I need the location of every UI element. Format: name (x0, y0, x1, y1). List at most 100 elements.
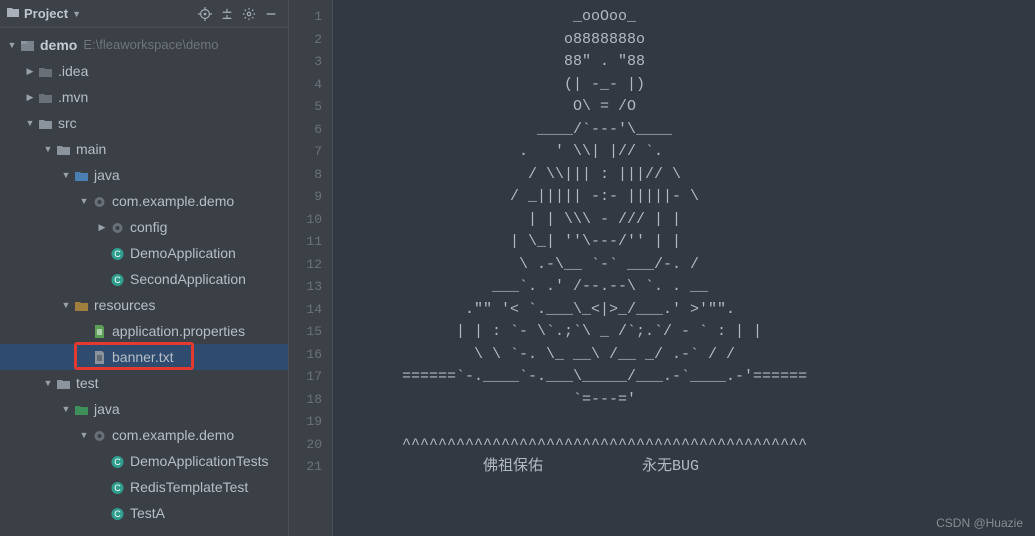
tree-item-resources[interactable]: ▼ resources (0, 292, 288, 318)
folder-icon (6, 5, 20, 22)
editor-gutter: 123456789101112131415161718192021 (288, 0, 333, 536)
line-number: 9 (289, 186, 332, 209)
project-sidebar: Project ▼ ▼demoE:\fleaworkspace\demo▶.id… (0, 0, 288, 536)
tree-item-label: DemoApplicationTests (130, 448, 269, 474)
tree-arrow-expanded[interactable]: ▼ (6, 32, 18, 58)
tree-item-label: RedisTemplateTest (130, 474, 248, 500)
class-icon: C (108, 506, 126, 521)
tree-item-main[interactable]: ▼ main (0, 136, 288, 162)
tree-arrow-expanded[interactable]: ▼ (42, 136, 54, 162)
tree-item-test[interactable]: ▼ test (0, 370, 288, 396)
props-icon (90, 324, 108, 339)
tree-item-label: DemoApplication (130, 240, 236, 266)
line-number: 13 (289, 276, 332, 299)
line-number: 2 (289, 29, 332, 52)
folder-src-icon (72, 168, 90, 183)
svg-text:C: C (114, 457, 121, 467)
line-number: 11 (289, 231, 332, 254)
tree-item-label: main (76, 136, 106, 162)
line-number: 17 (289, 366, 332, 389)
tree-item-config[interactable]: ▶ config (0, 214, 288, 240)
ide-root: Project ▼ ▼demoE:\fleaworkspace\demo▶.id… (0, 0, 1035, 536)
line-number: 20 (289, 434, 332, 457)
line-number: 7 (289, 141, 332, 164)
editor[interactable]: _ooOoo_ o8888888o 88" . "88 (| -_- |) O\… (333, 0, 1035, 536)
tree-item-label: banner.txt (112, 344, 174, 370)
svg-text:C: C (114, 275, 121, 285)
tree-arrow-expanded[interactable]: ▼ (60, 162, 72, 188)
tree-item-com-example-demo[interactable]: ▼com.example.demo (0, 188, 288, 214)
tree-arrow-expanded[interactable]: ▼ (60, 396, 72, 422)
hide-button[interactable] (260, 3, 282, 25)
line-number: 21 (289, 456, 332, 479)
tree-item--mvn[interactable]: ▶ .mvn (0, 84, 288, 110)
tree-item-label: application.properties (112, 318, 245, 344)
tree-item-label: .mvn (58, 84, 88, 110)
folder-res-icon (72, 298, 90, 313)
chevron-down-icon: ▼ (72, 9, 81, 19)
tree-item-application-properties[interactable]: application.properties (0, 318, 288, 344)
line-number: 14 (289, 299, 332, 322)
folder-icon (54, 376, 72, 391)
banner-content: _ooOoo_ o8888888o 88" . "88 (| -_- |) O\… (333, 6, 1035, 479)
tree-item-testa[interactable]: C TestA (0, 500, 288, 526)
tree-item-label: config (130, 214, 167, 240)
folder-test-icon (72, 402, 90, 417)
class-icon: C (108, 454, 126, 469)
tree-item-hint: E:\fleaworkspace\demo (83, 32, 218, 58)
tree-item-label: src (58, 110, 77, 136)
tree-arrow-expanded[interactable]: ▼ (42, 370, 54, 396)
tree-item-secondapplication[interactable]: CSecondApplication (0, 266, 288, 292)
class-icon: C (108, 246, 126, 261)
tree-item-label: com.example.demo (112, 422, 234, 448)
line-number: 16 (289, 344, 332, 367)
svg-text:C: C (114, 509, 121, 519)
tree-arrow-expanded[interactable]: ▼ (78, 188, 90, 214)
tree-arrow-collapsed[interactable]: ▶ (24, 84, 36, 110)
watermark: CSDN @Huazie (936, 516, 1023, 530)
tree-item--idea[interactable]: ▶ .idea (0, 58, 288, 84)
tree-arrow-expanded[interactable]: ▼ (24, 110, 36, 136)
line-number: 19 (289, 411, 332, 434)
line-number: 8 (289, 164, 332, 187)
tree-arrow-collapsed[interactable]: ▶ (24, 58, 36, 84)
tree-item-label: TestA (130, 500, 165, 526)
tree-item-label: .idea (58, 58, 88, 84)
tree-item-label: java (94, 162, 120, 188)
tree-arrow-expanded[interactable]: ▼ (78, 422, 90, 448)
package-icon (90, 194, 108, 209)
package-icon (90, 428, 108, 443)
tree-item-demo[interactable]: ▼demoE:\fleaworkspace\demo (0, 32, 288, 58)
tree-item-java[interactable]: ▼ java (0, 396, 288, 422)
svg-text:C: C (114, 483, 121, 493)
class-icon: C (108, 272, 126, 287)
tree-item-src[interactable]: ▼ src (0, 110, 288, 136)
line-number: 1 (289, 6, 332, 29)
tool-window-title: Project (24, 6, 68, 21)
tree-item-label: java (94, 396, 120, 422)
tree-item-com-example-demo[interactable]: ▼ com.example.demo (0, 422, 288, 448)
folder-icon (54, 142, 72, 157)
tree-item-label: test (76, 370, 99, 396)
line-number: 6 (289, 119, 332, 142)
tree-item-label: resources (94, 292, 155, 318)
file-icon (90, 350, 108, 365)
line-number: 3 (289, 51, 332, 74)
tree-item-demoapplicationtests[interactable]: C DemoApplicationTests (0, 448, 288, 474)
project-tree[interactable]: ▼demoE:\fleaworkspace\demo▶.idea▶.mvn▼sr… (0, 28, 288, 536)
tree-item-demoapplication[interactable]: C DemoApplication (0, 240, 288, 266)
locate-button[interactable] (194, 3, 216, 25)
project-view-selector[interactable]: Project ▼ (6, 5, 194, 22)
line-number: 5 (289, 96, 332, 119)
tree-item-redistemplatetest[interactable]: C RedisTemplateTest (0, 474, 288, 500)
tree-arrow-collapsed[interactable]: ▶ (96, 214, 108, 240)
tree-item-banner-txt[interactable]: banner.txt (0, 344, 288, 370)
settings-button[interactable] (238, 3, 260, 25)
folder-icon (36, 116, 54, 131)
line-number: 12 (289, 254, 332, 277)
line-number: 4 (289, 74, 332, 97)
tree-arrow-expanded[interactable]: ▼ (60, 292, 72, 318)
collapse-all-button[interactable] (216, 3, 238, 25)
line-number: 10 (289, 209, 332, 232)
tree-item-java[interactable]: ▼ java (0, 162, 288, 188)
